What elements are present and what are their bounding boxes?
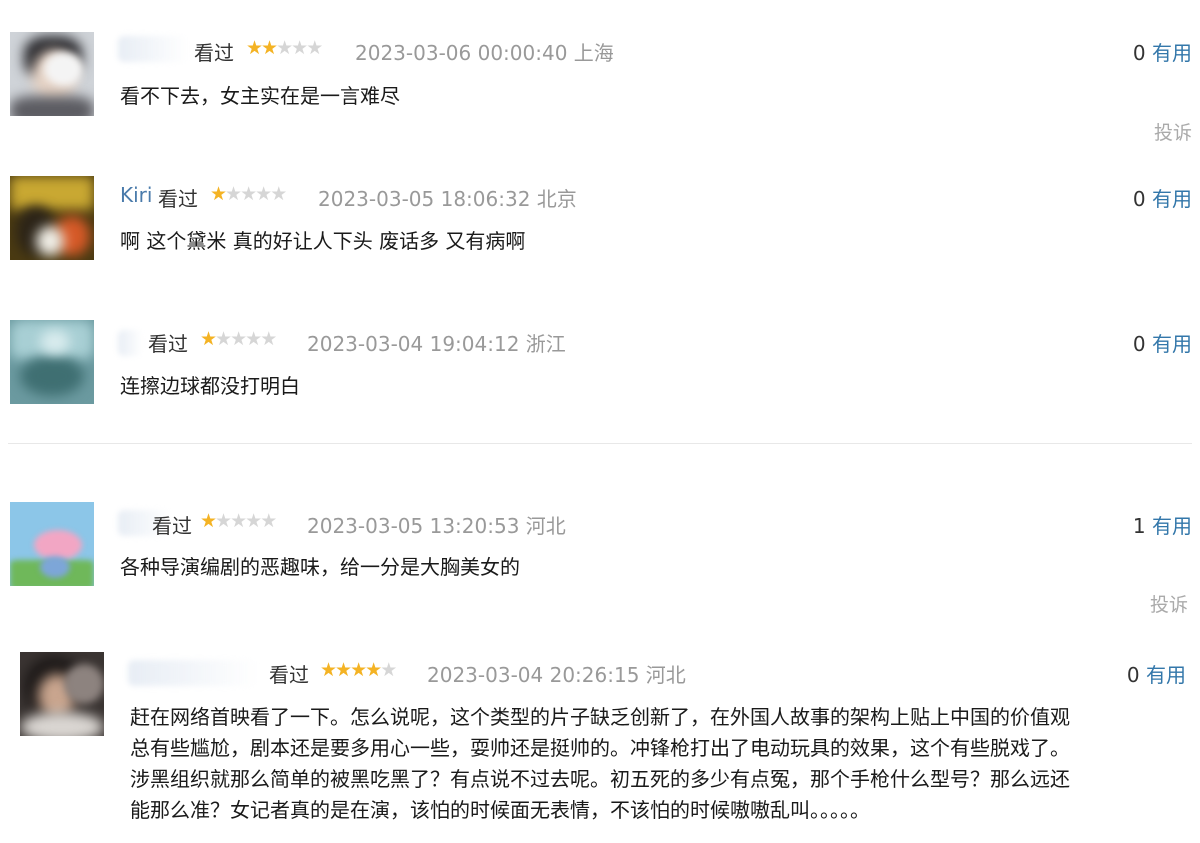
star-empty-icon: ★ — [245, 328, 262, 350]
review-time[interactable]: 2023-03-04 20:26:15 河北 — [427, 659, 686, 688]
star-empty-icon: ★ — [380, 659, 397, 681]
useful-button[interactable]: 0 有用 — [1127, 659, 1186, 688]
username[interactable]: Kiri — [120, 183, 152, 207]
star-filled-icon: ★ — [246, 37, 263, 59]
useful-count: 0 — [1132, 41, 1146, 65]
useful-button[interactable]: 0 有用 — [1133, 37, 1192, 66]
star-filled-icon: ★ — [350, 659, 367, 681]
useful-label[interactable]: 有用 — [1146, 663, 1186, 687]
useful-label[interactable]: 有用 — [1152, 41, 1192, 65]
watched-label: 看过 — [269, 663, 309, 687]
username-mask — [118, 330, 142, 356]
review-time[interactable]: 2023-03-04 19:04:12 浙江 — [307, 328, 566, 357]
review-content: 啊 这个黛米 真的好让人下头 废话多 又有病啊 — [120, 229, 526, 253]
star-empty-icon: ★ — [215, 510, 232, 532]
useful-button[interactable]: 1 有用 — [1133, 510, 1192, 539]
useful-button[interactable]: 0 有用 — [1133, 328, 1192, 357]
useful-label[interactable]: 有用 — [1152, 187, 1192, 211]
rating-stars: ★★★★★ — [246, 37, 323, 59]
review-content: 看不下去，女主实在是一言难尽 — [120, 84, 400, 108]
review-item: 看过 ★★★★★ 2023-03-06 00:00:40 上海 0 有用 看不下… — [0, 0, 1200, 150]
star-empty-icon: ★ — [306, 37, 323, 59]
star-empty-icon: ★ — [230, 328, 247, 350]
star-filled-icon: ★ — [200, 510, 217, 532]
star-empty-icon: ★ — [230, 510, 247, 532]
star-empty-icon: ★ — [270, 183, 287, 205]
review-content: 各种导演编剧的恶趣味，给一分是大胸美女的 — [120, 555, 520, 579]
review-item: Kiri 看过 ★★★★★ 2023-03-05 18:06:32 北京 0 有… — [0, 150, 1200, 290]
review-content-line: 涉黑组织就那么简单的被黑吃黑了？有点说不过去呢。初五死的多少有点冤，那个手枪什么… — [130, 767, 1070, 791]
review-content: 连擦边球都没打明白 — [120, 374, 300, 398]
review-content-line: 能那么准？女记者真的是在演，该怕的时候面无表情，不该怕的时候嗷嗷乱叫。。。。。 — [130, 798, 870, 822]
review-item: 看过 ★★★★★ 2023-03-04 19:04:12 浙江 0 有用 连擦边… — [0, 290, 1200, 440]
star-empty-icon: ★ — [260, 328, 277, 350]
report-link[interactable]: 投诉 — [1150, 590, 1188, 617]
star-empty-icon: ★ — [225, 183, 242, 205]
rating-stars: ★★★★★ — [210, 183, 287, 205]
star-filled-icon: ★ — [365, 659, 382, 681]
useful-label[interactable]: 有用 — [1152, 332, 1192, 356]
username-mask — [128, 660, 258, 686]
star-filled-icon: ★ — [210, 183, 227, 205]
review-content: 赶在网络首映看了一下。怎么说呢，这个类型的片子缺乏创新了，在外国人故事的架构上贴… — [130, 702, 1190, 826]
avatar[interactable] — [10, 320, 94, 404]
review-content-line: 总有些尴尬，剧本还是要多用心一些，耍帅还是挺帅的。冲锋枪打出了电动玩具的效果，这… — [130, 736, 1070, 760]
avatar[interactable] — [10, 32, 94, 116]
watched-label: 看过 — [148, 332, 188, 356]
avatar[interactable] — [10, 502, 94, 586]
star-filled-icon: ★ — [335, 659, 352, 681]
useful-label[interactable]: 有用 — [1152, 514, 1192, 538]
review-item: 看过 ★★★★★ 2023-03-05 13:20:53 河北 1 有用 各种导… — [0, 472, 1200, 632]
review-content-line: 赶在网络首映看了一下。怎么说呢，这个类型的片子缺乏创新了，在外国人故事的架构上贴… — [130, 705, 1070, 729]
review-time[interactable]: 2023-03-06 00:00:40 上海 — [355, 37, 614, 66]
username-mask — [118, 36, 188, 62]
star-empty-icon: ★ — [245, 510, 262, 532]
star-filled-icon: ★ — [261, 37, 278, 59]
star-empty-icon: ★ — [215, 328, 232, 350]
useful-count: 0 — [1132, 332, 1146, 356]
rating-stars: ★★★★★ — [200, 328, 277, 350]
star-empty-icon: ★ — [255, 183, 272, 205]
star-filled-icon: ★ — [200, 328, 217, 350]
report-link[interactable]: 投诉 — [1154, 118, 1192, 145]
rating-stars: ★★★★★ — [200, 510, 277, 532]
review-item: 看过 ★★★★★ 2023-03-04 20:26:15 河北 0 有用 赶在网… — [0, 640, 1200, 843]
star-filled-icon: ★ — [320, 659, 337, 681]
rating-stars: ★★★★★ — [320, 659, 397, 681]
useful-count: 1 — [1132, 514, 1146, 538]
useful-button[interactable]: 0 有用 — [1133, 183, 1192, 212]
avatar[interactable] — [20, 652, 104, 736]
review-time[interactable]: 2023-03-05 18:06:32 北京 — [318, 183, 577, 212]
star-empty-icon: ★ — [240, 183, 257, 205]
watched-label: 看过 — [152, 514, 192, 538]
watched-label: 看过 — [158, 187, 198, 211]
avatar[interactable] — [10, 176, 94, 260]
section-divider — [8, 443, 1192, 444]
star-empty-icon: ★ — [276, 37, 293, 59]
useful-count: 0 — [1126, 663, 1140, 687]
review-time[interactable]: 2023-03-05 13:20:53 河北 — [307, 510, 566, 539]
star-empty-icon: ★ — [291, 37, 308, 59]
star-empty-icon: ★ — [260, 510, 277, 532]
watched-label: 看过 — [194, 41, 234, 65]
useful-count: 0 — [1132, 187, 1146, 211]
